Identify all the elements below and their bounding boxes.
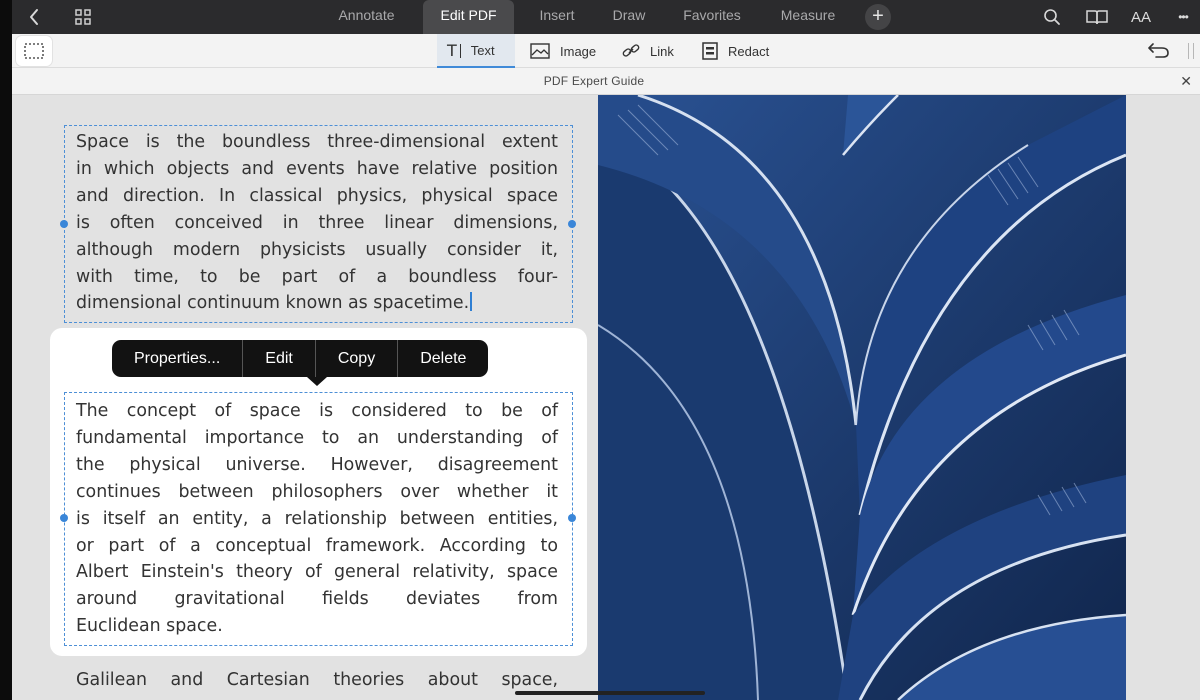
text-line: and direction. In classical physics, phy… [76, 185, 558, 206]
more-options-button[interactable]: ••• [1170, 0, 1196, 34]
selection-rect-icon [24, 43, 44, 59]
text-line: Space is the boundless three-dimensional… [76, 132, 558, 152]
text-line: Galilean and Cartesian theories about sp… [76, 670, 558, 690]
home-indicator [515, 691, 705, 695]
text-line: fundamental importance to an understandi… [76, 427, 558, 448]
text-line: is itself an entity, a relationship betw… [76, 508, 558, 529]
edit-toolbar: T Text Image Link Redact [12, 34, 1200, 68]
text-line: dimensional continuum known as spacetime… [76, 290, 558, 317]
reading-mode-icon[interactable] [1084, 0, 1110, 34]
link-icon [622, 44, 640, 57]
edit-menu-item[interactable]: Edit [243, 340, 316, 377]
text-icon: T [447, 41, 461, 60]
resize-handle-left-2[interactable] [60, 514, 68, 522]
architecture-photo[interactable] [598, 95, 1126, 700]
delete-menu-item[interactable]: Delete [398, 340, 488, 377]
context-menu: Properties... Edit Copy Delete [112, 340, 489, 377]
device-bezel [0, 0, 12, 700]
context-menu-pointer [307, 377, 327, 386]
redact-tool[interactable]: Redact [702, 34, 769, 68]
undo-icon[interactable] [1148, 41, 1170, 64]
link-tool-label: Link [650, 43, 674, 59]
text-line: continues between philosophers over whet… [76, 481, 558, 502]
text-line: Euclidean space. [76, 616, 223, 637]
add-tab-button[interactable]: + [865, 4, 891, 30]
properties-menu-item[interactable]: Properties... [112, 340, 244, 377]
text-block-1[interactable]: Space is the boundless three-dimensional… [76, 129, 558, 317]
link-tool[interactable]: Link [622, 34, 674, 68]
font-size-button[interactable]: AA [1128, 0, 1154, 34]
tab-measure[interactable]: Measure [768, 0, 848, 34]
text-line: in which objects and events have relativ… [76, 158, 558, 179]
mode-tabs: Annotate Edit PDF Insert Draw Favorites … [12, 0, 1200, 34]
text-line: or part of a conceptual framework. Accor… [76, 535, 558, 556]
document-title: PDF Expert Guide [543, 74, 645, 88]
text-line: is often conceived in three linear dimen… [76, 212, 558, 233]
tab-draw[interactable]: Draw [600, 0, 658, 34]
copy-menu-item[interactable]: Copy [316, 340, 399, 377]
text-cursor [470, 292, 472, 312]
top-tab-bar: Annotate Edit PDF Insert Draw Favorites … [12, 0, 1200, 34]
tab-edit-pdf[interactable]: Edit PDF [423, 0, 514, 34]
document-tab-bar: PDF Expert Guide ✕ [12, 68, 1200, 95]
text-line: The concept of space is considered to be… [76, 401, 558, 421]
selection-tool-button[interactable] [16, 36, 52, 66]
image-tool[interactable]: Image [530, 34, 596, 68]
text-line: Albert Einstein's theory of general rela… [76, 562, 558, 583]
resize-handle-right-1[interactable] [568, 220, 576, 228]
close-document-icon[interactable]: ✕ [1180, 73, 1192, 90]
text-line: around gravitational fields deviates fro… [76, 589, 558, 610]
search-icon[interactable] [1040, 0, 1064, 34]
page-margin [1126, 95, 1200, 700]
text-line: with time, to be part of a boundless fou… [76, 266, 558, 287]
text-line: although modern physicists usually consi… [76, 239, 558, 260]
resize-handle-left-1[interactable] [60, 220, 68, 228]
tab-insert[interactable]: Insert [526, 0, 588, 34]
image-tool-label: Image [560, 43, 597, 59]
text-block-2[interactable]: The concept of space is considered to be… [76, 398, 558, 640]
curved-facade-image-icon [598, 95, 1126, 700]
text-line: the physical universe. However, disagree… [76, 454, 558, 475]
tab-favorites[interactable]: Favorites [670, 0, 754, 34]
resize-handle-right-2[interactable] [568, 514, 576, 522]
text-block-3[interactable]: Galilean and Cartesian theories about sp… [76, 667, 558, 694]
sidebar-splitter-icon[interactable] [1188, 43, 1194, 59]
tab-annotate[interactable]: Annotate [326, 0, 407, 34]
pdf-page: Space is the boundless three-dimensional… [12, 95, 1200, 700]
text-tool-label: Text [470, 42, 495, 58]
text-tool[interactable]: T Text [437, 34, 515, 68]
redact-icon [702, 42, 718, 60]
image-icon [530, 43, 550, 59]
redact-tool-label: Redact [728, 43, 770, 59]
